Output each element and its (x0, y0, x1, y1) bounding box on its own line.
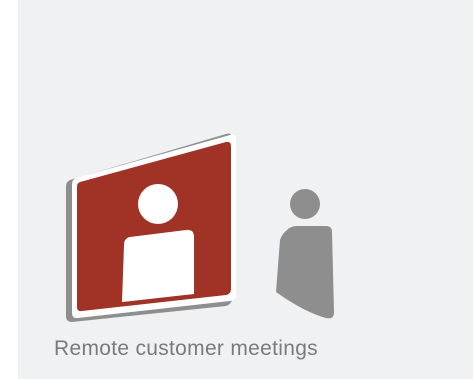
remote-participant-head (138, 184, 178, 224)
video-meeting-icon (66, 133, 334, 322)
card-caption: Remote customer meetings (54, 337, 318, 360)
remote-participant-body (122, 229, 194, 302)
feature-card[interactable]: Remote customer meetings (18, 0, 473, 379)
local-person-body (276, 226, 334, 319)
local-person-head (290, 189, 320, 219)
